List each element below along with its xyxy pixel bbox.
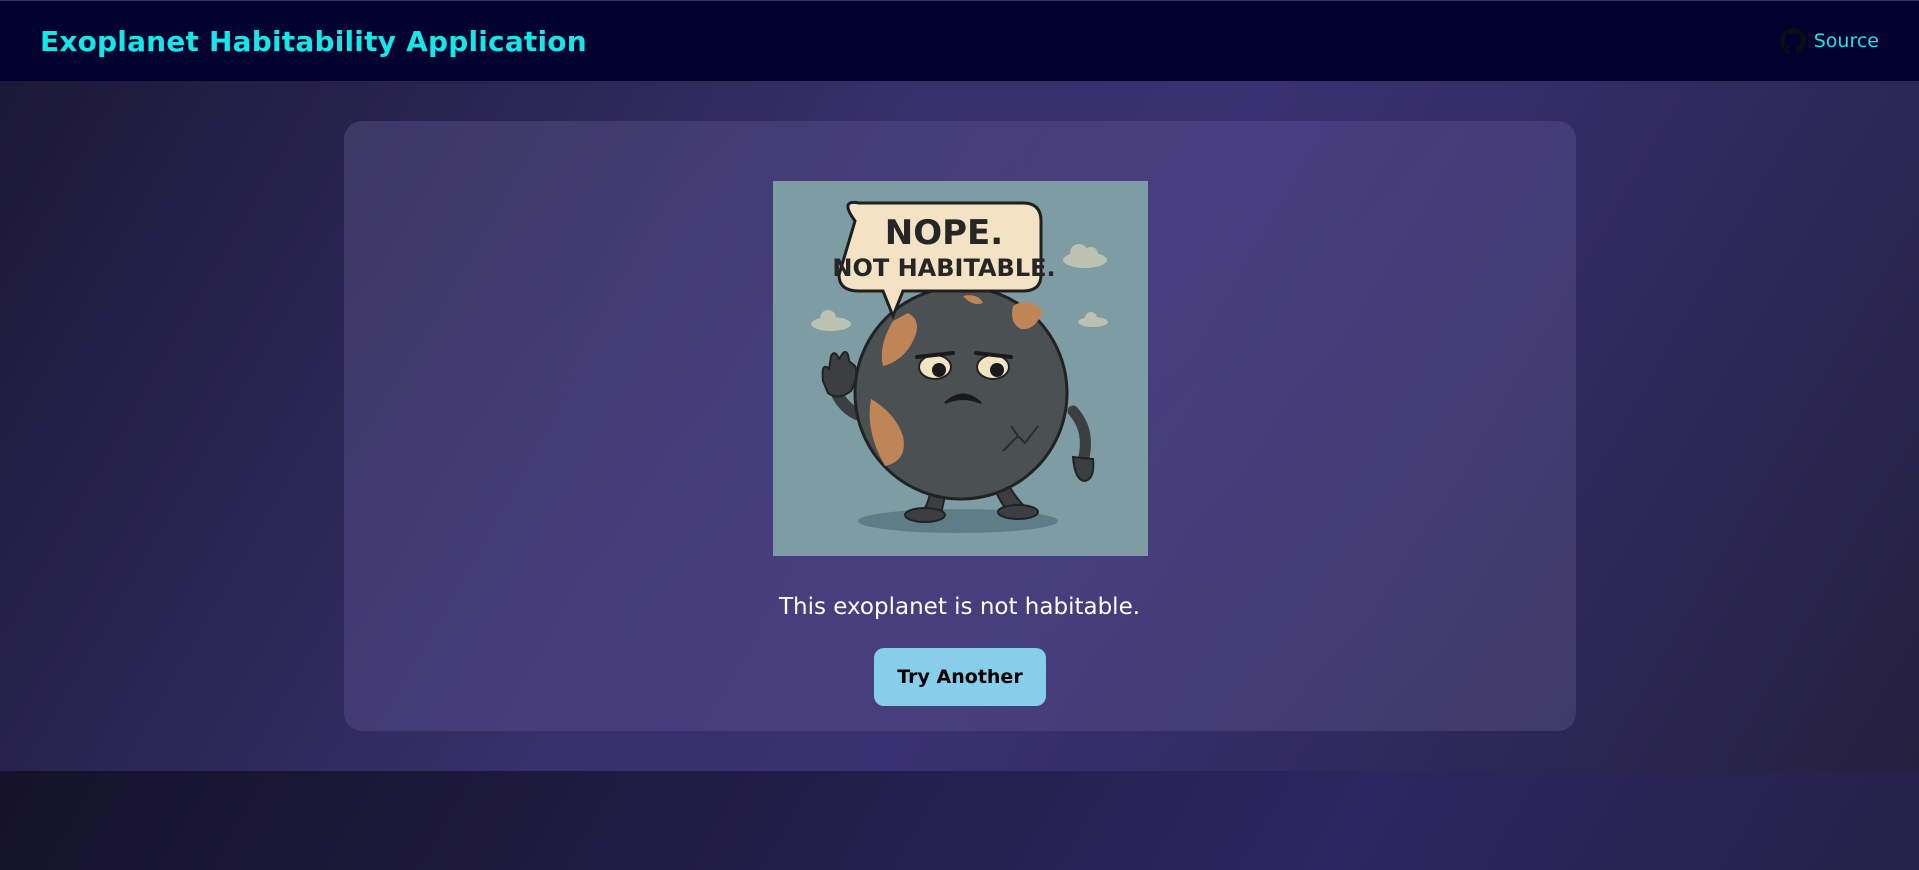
bubble-line-2: NOT HABITABLE. [832,254,1055,282]
github-icon [1779,28,1806,54]
try-another-button[interactable]: Try Another [874,648,1046,706]
footer-area [0,771,1919,870]
not-habitable-illustration: NOPE. NOT HABITABLE. [773,181,1148,556]
result-message: This exoplanet is not habitable. [778,594,1141,620]
top-navbar: Exoplanet Habitability Application Sourc… [0,0,1919,81]
bubble-line-1: NOPE. [885,213,1003,253]
source-label: Source [1813,30,1879,52]
source-link[interactable]: Source [1779,28,1879,54]
app-title: Exoplanet Habitability Application [40,24,587,58]
